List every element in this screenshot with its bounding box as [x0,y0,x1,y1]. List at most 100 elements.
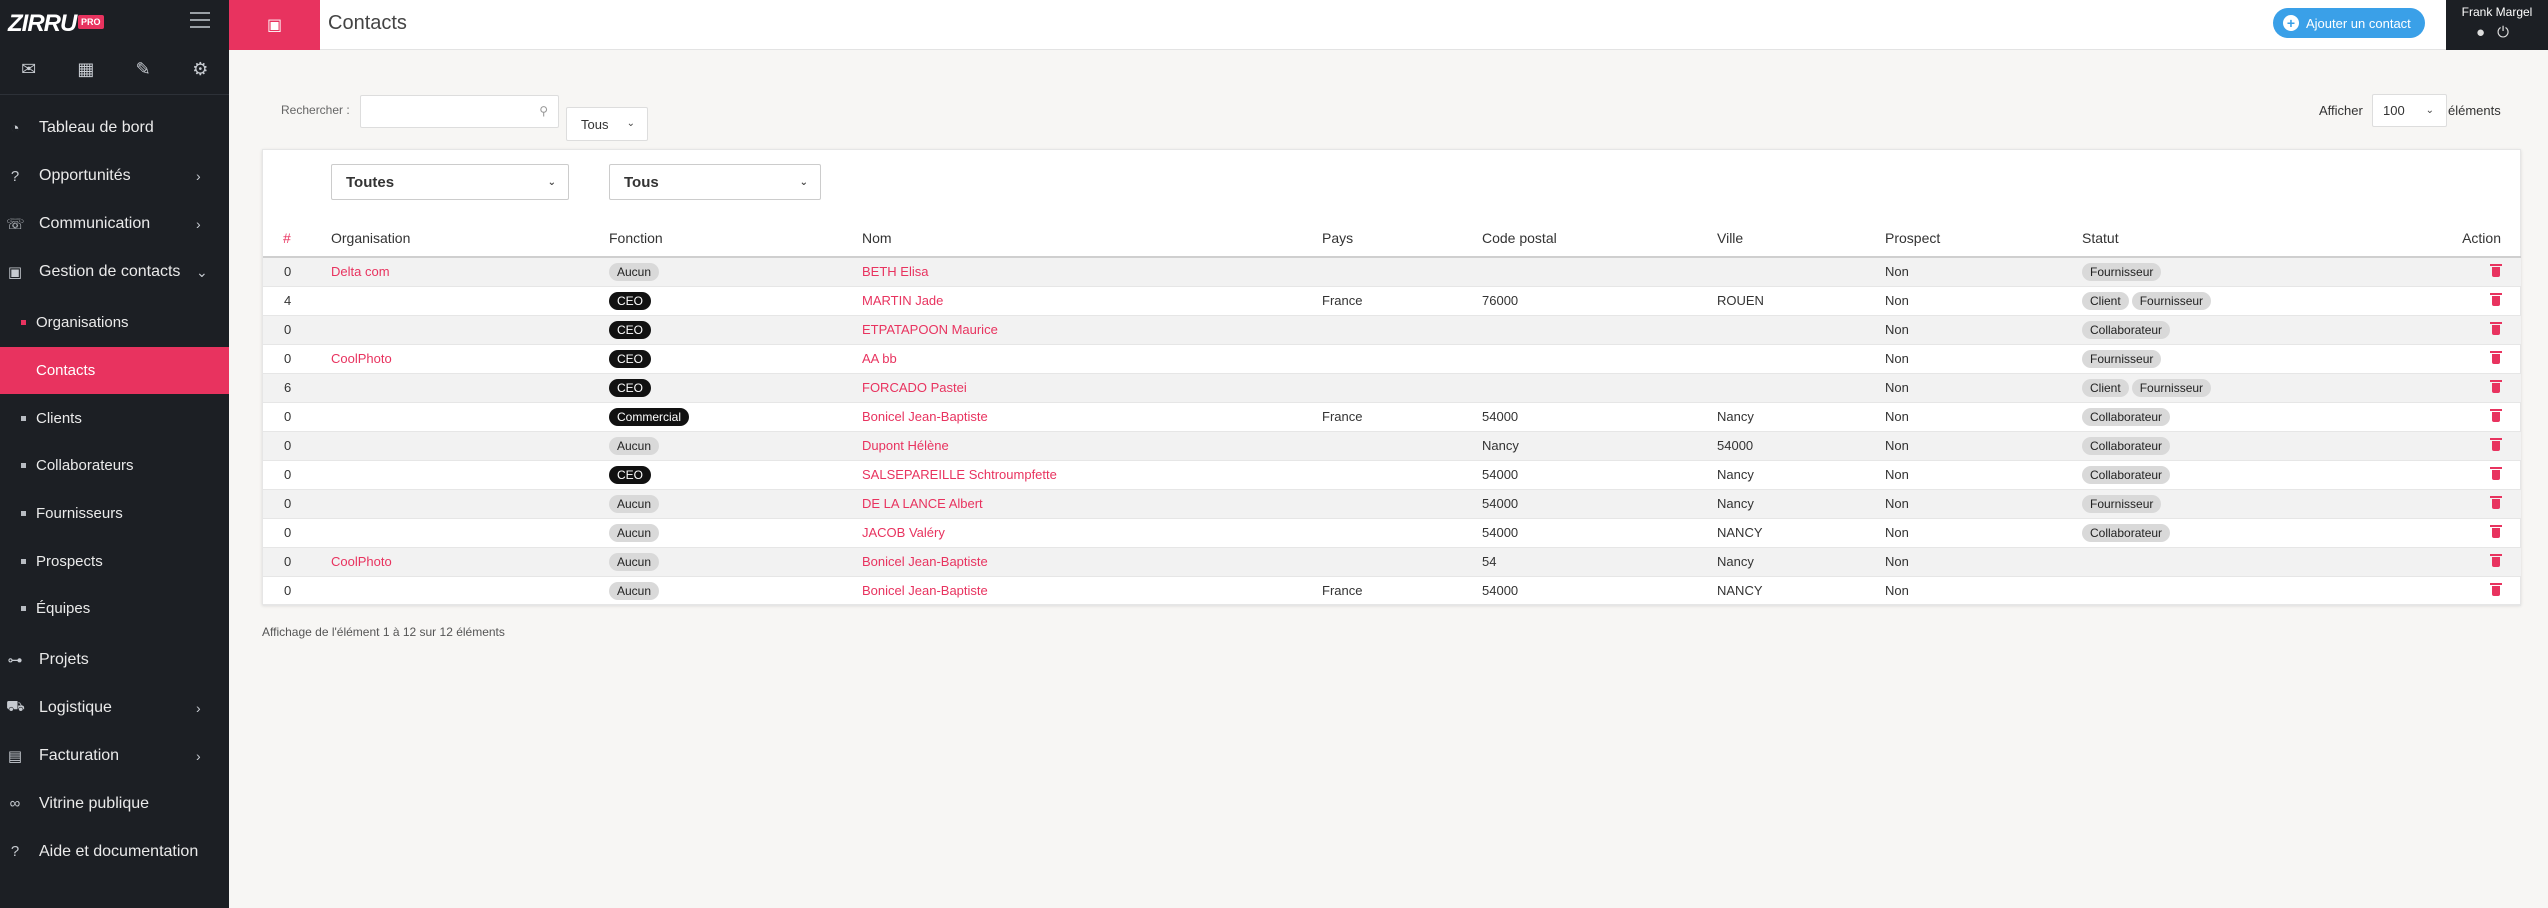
organisation-link[interactable]: CoolPhoto [331,351,392,366]
trash-icon[interactable] [2490,263,2502,278]
user-icon[interactable]: ● [2476,24,2497,41]
contact-name-link[interactable]: JACOB Valéry [862,525,945,540]
cell-ville [1717,257,1885,287]
col-header-fonction[interactable]: Fonction [609,219,862,258]
cell-count: 0 [263,344,331,374]
page-size-select[interactable]: 100 ⌄ [2372,94,2447,127]
sidebar-item-aide[interactable]: ? Aide et documentation [0,828,229,876]
organisation-filter-select[interactable]: Toutes ⌄ [331,164,569,200]
col-header-nom[interactable]: Nom [862,219,1322,258]
trash-icon[interactable] [2490,553,2502,567]
cell-count: 0 [263,315,331,345]
contact-name-link[interactable]: FORCADO Pastei [862,380,967,395]
trash-icon[interactable] [2490,466,2502,480]
trash-icon[interactable] [2490,582,2502,596]
col-header-organisation[interactable]: Organisation [331,219,609,258]
status-badge: Fournisseur [2082,262,2162,281]
pro-badge: PRO [78,15,104,29]
trash-icon[interactable] [2490,408,2502,422]
cell-code-postal [1482,344,1717,374]
sidebar-item-vitrine-publique[interactable]: ∞ Vitrine publique [0,780,229,828]
user-name: Frank Margel [2461,5,2533,19]
table-row: 0 Aucun Dupont Hélène Nancy 54000 Non Collabor… [263,431,2521,461]
contacts-table: # Organisation Fonction Nom Pays Code po… [263,219,2521,606]
contact-name-link[interactable]: Bonicel Jean-Baptiste [862,583,988,598]
help-icon: ? [10,843,20,861]
sidebar-item-collaborateurs[interactable]: Collaborateurs [0,442,229,490]
sidebar-item-fournisseurs[interactable]: Fournisseurs [0,490,229,538]
logo[interactable]: ZIRRU PRO [8,10,104,38]
trash-icon[interactable] [2490,350,2502,364]
table-row: 0 Aucun Bonicel Jean-Baptiste France 54000 NA… [263,576,2521,606]
contact-name-link[interactable]: DE LA LANCE Albert [862,496,983,511]
col-header-statut[interactable]: Statut [2082,219,2402,258]
calendar-icon[interactable]: ▦ [57,59,114,80]
cell-code-postal: 54000 [1482,518,1717,548]
scope-select[interactable]: Tous ⌄ [566,107,648,141]
trash-icon[interactable] [2490,524,2502,538]
trash-icon[interactable] [2490,495,2502,509]
power-icon[interactable]: ⏻ [2497,24,2521,41]
trash-icon[interactable] [2490,321,2502,335]
contact-name-link[interactable]: AA bb [862,351,897,366]
cell-statut [2082,547,2402,577]
sidebar-item-clients[interactable]: Clients [0,394,229,442]
sidebar-item-contacts[interactable]: Contacts [0,346,229,395]
sidebar-item-communication[interactable]: ☏ Communication › [0,200,229,248]
cell-prospect: Non [1885,315,2082,345]
search-input[interactable] [361,96,531,127]
cell-statut [2082,576,2402,606]
fonction-badge: Aucun [609,581,660,600]
cell-ville: Nancy [1717,547,1885,577]
user-menu[interactable]: Frank Margel ●⏻ [2446,0,2548,50]
sidebar-item-prospects[interactable]: Prospects [0,537,229,585]
sidebar-item-projets[interactable]: ⊶ Projets [0,636,229,684]
sidebar-item-facturation[interactable]: ▤ Facturation › [0,732,229,780]
sidebar-item-equipes[interactable]: Équipes [0,585,229,633]
sidebar-item-opportunites[interactable]: ? Opportunités › [0,152,229,200]
trash-icon[interactable] [2490,437,2502,451]
bullet-icon [21,606,26,612]
sidebar-item-logistique[interactable]: ⛟ Logistique › [0,684,229,732]
trash-icon[interactable] [2490,292,2502,306]
cell-prospect: Non [1885,489,2082,519]
contact-name-link[interactable]: MARTIN Jade [862,293,943,308]
fonction-badge: Aucun [609,436,660,455]
trash-icon[interactable] [2490,379,2502,393]
sidebar-item-organisations[interactable]: Organisations [0,299,229,347]
cell-statut: Client Fournisseur [2082,286,2402,316]
pencil-icon[interactable]: ✎ [115,59,172,80]
dolly-icon: ⛟ [6,698,25,716]
contact-name-link[interactable]: Dupont Hélène [862,438,949,453]
cell-prospect: Non [1885,402,2082,432]
organisation-link[interactable]: Delta com [331,264,390,279]
status-badge: Collaborateur [2082,320,2171,339]
cell-prospect: Non [1885,257,2082,287]
col-header-count[interactable]: # [263,219,331,258]
plus-icon: + [2283,15,2299,31]
contact-name-link[interactable]: Bonicel Jean-Baptiste [862,409,988,424]
fonction-filter-select[interactable]: Tous ⌄ [609,164,821,200]
cell-pays [1322,518,1482,548]
gear-icon[interactable]: ⚙ [172,59,229,80]
pagination-info: Affichage de l'élément 1 à 12 sur 12 élé… [262,625,505,639]
cell-code-postal: Nancy [1482,431,1717,461]
envelope-icon[interactable]: ✉ [0,59,57,80]
col-header-ville[interactable]: Ville [1717,219,1885,258]
contact-name-link[interactable]: ETPATAPOON Maurice [862,322,998,337]
contact-name-link[interactable]: SALSEPAREILLE Schtroumpfette [862,467,1057,482]
cell-prospect: Non [1885,431,2082,461]
col-header-code-postal[interactable]: Code postal [1482,219,1717,258]
col-header-prospect[interactable]: Prospect [1885,219,2082,258]
menu-toggle-icon[interactable] [190,12,210,28]
add-contact-button[interactable]: + Ajouter un contact [2273,8,2425,38]
organisation-link[interactable]: CoolPhoto [331,554,392,569]
cell-pays [1322,489,1482,519]
sidebar-item-gestion-de-contacts[interactable]: ▣ Gestion de contacts ⌄ [0,248,229,296]
contact-name-link[interactable]: Bonicel Jean-Baptiste [862,554,988,569]
sidebar-item-tableau-de-bord[interactable]: ◔ Tableau de bord [0,104,229,152]
col-header-pays[interactable]: Pays [1322,219,1482,258]
contact-name-link[interactable]: BETH Elisa [862,264,928,279]
status-badge: Fournisseur [2082,349,2162,368]
fonction-badge: CEO [609,349,652,368]
